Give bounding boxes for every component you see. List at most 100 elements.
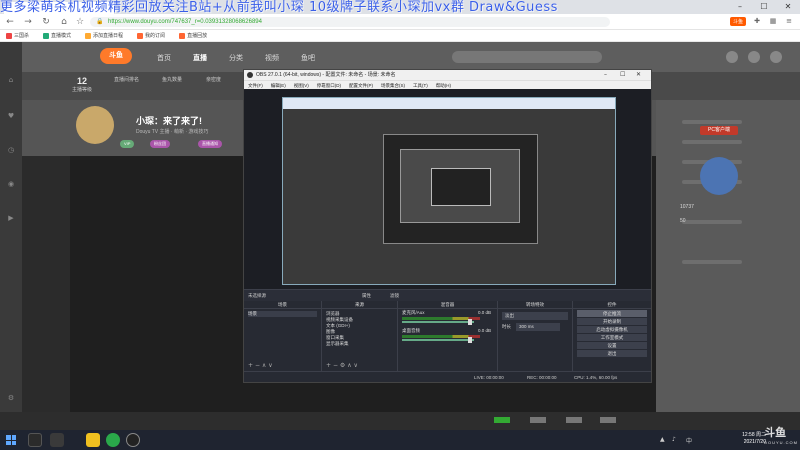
nav-fishbar[interactable]: 鱼吧	[301, 53, 315, 63]
stat-level: 12 主播等级	[72, 76, 93, 93]
volume-slider-knob[interactable]	[468, 337, 472, 343]
controls-dock: 控件 停止推流 开始录制 启动虚拟摄像机 工作室模式 设置 退出	[573, 301, 651, 371]
source-item[interactable]: 显示器采集	[326, 341, 393, 347]
download-icon[interactable]	[748, 51, 760, 63]
source-settings-icon[interactable]: ⚙	[340, 362, 345, 369]
user-avatar[interactable]	[770, 51, 782, 63]
stat-fishball: 鱼丸数量	[162, 77, 183, 83]
start-virtual-camera-button[interactable]: 启动虚拟摄像机	[577, 326, 647, 333]
menu-view[interactable]: 视图(V)	[294, 81, 309, 89]
remove-source-icon[interactable]: −	[333, 362, 338, 369]
obs-preview[interactable]	[244, 89, 651, 289]
fan-club-badge[interactable]: 粉丝团	[150, 140, 170, 148]
menu-file[interactable]: 文件(F)	[248, 81, 263, 89]
bookmark-item[interactable]: 直播模式	[43, 32, 71, 39]
app-icon[interactable]	[86, 433, 100, 447]
browser-app-icon[interactable]	[106, 433, 120, 447]
bookmark-item[interactable]: 我的订阅	[137, 32, 165, 39]
channel-name: 桌面音频	[402, 328, 420, 333]
menu-edit[interactable]: 编辑(E)	[271, 81, 286, 89]
nav-home[interactable]: 首页	[157, 53, 171, 63]
nav-category[interactable]: 分类	[229, 53, 243, 63]
stream-marquee-overlay: 更多梁萌杀机视频精彩回放关注B站+从前我叫小琛 10级牌子联系小琛加vx群 Dr…	[0, 0, 558, 15]
move-down-icon[interactable]: ∨	[354, 362, 358, 369]
rail-history-icon[interactable]: ◷	[0, 146, 22, 154]
menu-scene-collection[interactable]: 场景集合(S)	[381, 81, 405, 89]
nav-live[interactable]: 直播	[193, 53, 207, 63]
preview-nested-page	[283, 109, 615, 284]
bookmark-favicon-icon	[179, 32, 186, 39]
header-icons	[726, 51, 782, 63]
obs-statusbar: LIVE: 00:00:00 REC: 00:00:00 CPU: 1.4%, …	[244, 371, 651, 382]
volume-slider[interactable]	[402, 321, 474, 323]
obs-minimize-icon[interactable]: –	[604, 70, 607, 80]
history-icon[interactable]	[726, 51, 738, 63]
system-clock[interactable]: 12:58 周二 2021/7/20	[742, 432, 766, 446]
settings-button[interactable]: 设置	[577, 342, 647, 349]
bookmarks-bar: 三国杀 直播模式 添加直播日程 我的订阅 直播回放	[0, 30, 800, 42]
mixer-header: 混音器	[398, 301, 497, 309]
menu-help[interactable]: 帮助(H)	[436, 81, 451, 89]
tray-network-icon[interactable]: ▲	[660, 436, 665, 443]
menu-profile[interactable]: 配置文件(P)	[349, 81, 373, 89]
rail-video-icon[interactable]: ▶	[0, 214, 22, 222]
windows-start-icon[interactable]	[6, 435, 16, 445]
tray-volume-icon[interactable]: ♪	[672, 436, 676, 443]
clock-time: 12:58 周二	[742, 432, 766, 438]
menu-tools[interactable]: 工具(T)	[413, 81, 428, 89]
volume-slider-knob[interactable]	[468, 319, 472, 325]
taskview-icon[interactable]	[28, 433, 42, 447]
obs-app-icon[interactable]	[126, 433, 140, 447]
sidebar-line	[682, 120, 742, 124]
rail-home-icon[interactable]: ⌂	[0, 76, 22, 84]
watermark-sub: DOUYU.COM	[764, 440, 798, 445]
controls-header: 控件	[573, 301, 651, 309]
vip-badge[interactable]: VIP	[120, 140, 135, 148]
pc-client-button[interactable]: PC客户端	[700, 126, 738, 135]
site-search-input[interactable]	[452, 51, 602, 63]
menu-docks[interactable]: 停靠窗口(D)	[317, 81, 341, 89]
streamer-avatar[interactable]	[76, 106, 114, 144]
obs-titlebar: OBS 27.0.1 (64-bit, windows) - 配置文件: 未命名…	[244, 70, 651, 80]
start-recording-button[interactable]: 开始录制	[577, 318, 647, 325]
bookmark-favicon-icon	[43, 32, 50, 39]
rec-timer: REC: 00:00:00	[527, 375, 557, 380]
clock-date: 2021/7/20	[743, 439, 766, 445]
mixer-dock: 混音器 麦克风/Aux 0.0 dB 桌面音频 0.0 dB	[398, 301, 498, 371]
douyu-logo[interactable]: 斗鱼	[100, 48, 132, 64]
bookmark-item[interactable]: 添加直播日程	[85, 32, 123, 39]
preview-canvas	[282, 97, 616, 285]
bookmark-item[interactable]: 三国杀	[6, 32, 29, 39]
remove-scene-icon[interactable]: −	[255, 362, 260, 369]
rail-follow-icon[interactable]: ♥	[0, 112, 22, 120]
duration-input[interactable]: 300 ms	[516, 323, 560, 331]
nav-video[interactable]: 视频	[265, 53, 279, 63]
explorer-icon[interactable]	[50, 433, 64, 447]
scene-item[interactable]: 场景	[248, 311, 317, 317]
obs-close-icon[interactable]: ✕	[636, 70, 641, 80]
rail-settings-icon[interactable]: ⚙	[0, 394, 22, 402]
mixer-channel: 桌面音频 0.0 dB	[398, 327, 497, 345]
bookmark-item[interactable]: 直播回放	[179, 32, 207, 39]
add-scene-icon[interactable]: +	[248, 362, 253, 369]
exit-button[interactable]: 退出	[577, 350, 647, 357]
transition-select[interactable]: 淡出	[502, 312, 568, 320]
rail-game-icon[interactable]: ◉	[0, 180, 22, 188]
move-up-icon[interactable]: ∧	[347, 362, 351, 369]
move-up-icon[interactable]: ∧	[262, 362, 266, 369]
mixer-channel: 麦克风/Aux 0.0 dB	[398, 309, 497, 327]
studio-mode-button[interactable]: 工作室模式	[577, 334, 647, 341]
event-badge[interactable]	[700, 157, 738, 195]
volume-slider[interactable]	[402, 339, 474, 341]
preview-nested-obs	[383, 134, 538, 244]
tray-ime-icon[interactable]: 中	[686, 436, 692, 445]
obs-logo-icon	[247, 72, 253, 78]
obs-maximize-icon[interactable]: ☐	[620, 70, 625, 80]
transitions-dock: 转场特效 淡出 时长 300 ms	[498, 301, 573, 371]
address-text: https://www.douyu.com/747637_r=0.0393132…	[108, 19, 262, 25]
move-down-icon[interactable]: ∨	[268, 362, 272, 369]
live-notice-badge[interactable]: 直播通知	[198, 140, 222, 148]
add-source-icon[interactable]: +	[326, 362, 331, 369]
stop-streaming-button[interactable]: 停止推流	[577, 310, 647, 317]
sources-dock: 来源 浏览器 视频采集设备 文本 (GDI+) 图像 窗口采集 显示器采集 + …	[322, 301, 398, 371]
